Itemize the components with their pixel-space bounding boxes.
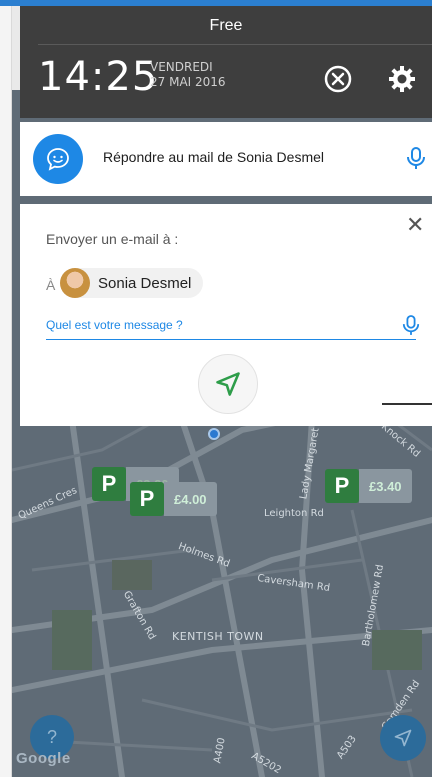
assistant-avatar xyxy=(33,134,83,184)
send-arrow-icon xyxy=(216,372,240,396)
help-label: ? xyxy=(46,726,57,747)
parking-p-icon: P xyxy=(92,467,126,501)
parking-p-icon: P xyxy=(130,482,164,516)
recipient-name: Sonia Desmel xyxy=(98,274,192,292)
settings-button[interactable] xyxy=(387,64,417,94)
microphone-icon xyxy=(402,315,420,335)
send-email-card: ✕ Envoyer un e-mail à : À Sonia Desmel Q… xyxy=(20,204,432,426)
divider xyxy=(38,44,432,45)
notification-text: Répondre au mail de Sonia Desmel xyxy=(103,149,325,165)
parking-pin[interactable]: P £3.40 xyxy=(325,469,412,503)
close-button[interactable]: ✕ xyxy=(406,214,424,236)
recipient-avatar xyxy=(60,268,90,298)
google-attribution: Google xyxy=(16,750,71,767)
parking-price: £4.00 xyxy=(164,482,217,516)
to-prefix: À xyxy=(46,277,56,293)
navigation-arrow-icon xyxy=(394,729,412,747)
carrier-name: Free xyxy=(209,17,243,34)
email-card-title: Envoyer un e-mail à : xyxy=(46,231,179,247)
gear-icon xyxy=(389,66,415,92)
parking-pin[interactable]: P £4.00 xyxy=(130,482,217,516)
microphone-icon xyxy=(407,147,425,169)
clock-time: 14:25 xyxy=(38,54,159,100)
voice-reply-button[interactable] xyxy=(406,146,426,175)
current-location-dot xyxy=(208,428,220,440)
parking-p-icon: P xyxy=(325,469,359,503)
message-input[interactable]: Quel est votre message ? xyxy=(46,314,416,340)
clear-notifications-button[interactable] xyxy=(323,64,353,94)
navigate-button[interactable] xyxy=(380,715,426,761)
divider xyxy=(382,403,432,405)
date-text: 27 MAI 2016 xyxy=(150,75,226,89)
clock-date: VENDREDI 27 MAI 2016 xyxy=(150,60,226,90)
parking-price: £3.40 xyxy=(359,469,412,503)
recipient-chip[interactable]: Sonia Desmel xyxy=(60,268,204,298)
notification-shade-header: Free 14:25 VENDREDI 27 MAI 2016 xyxy=(20,6,432,118)
reply-notification[interactable]: Répondre au mail de Sonia Desmel xyxy=(20,122,432,196)
map-label-leighton-rd: Leighton Rd xyxy=(264,508,324,519)
chat-smile-icon xyxy=(47,148,69,171)
send-button[interactable] xyxy=(198,354,258,414)
dictate-message-button[interactable] xyxy=(402,314,420,341)
close-circle-icon xyxy=(324,65,352,93)
day-name: VENDREDI xyxy=(150,60,213,74)
left-edge-strip xyxy=(0,0,12,777)
map-label-kentish-town: KENTISH TOWN xyxy=(172,630,264,643)
